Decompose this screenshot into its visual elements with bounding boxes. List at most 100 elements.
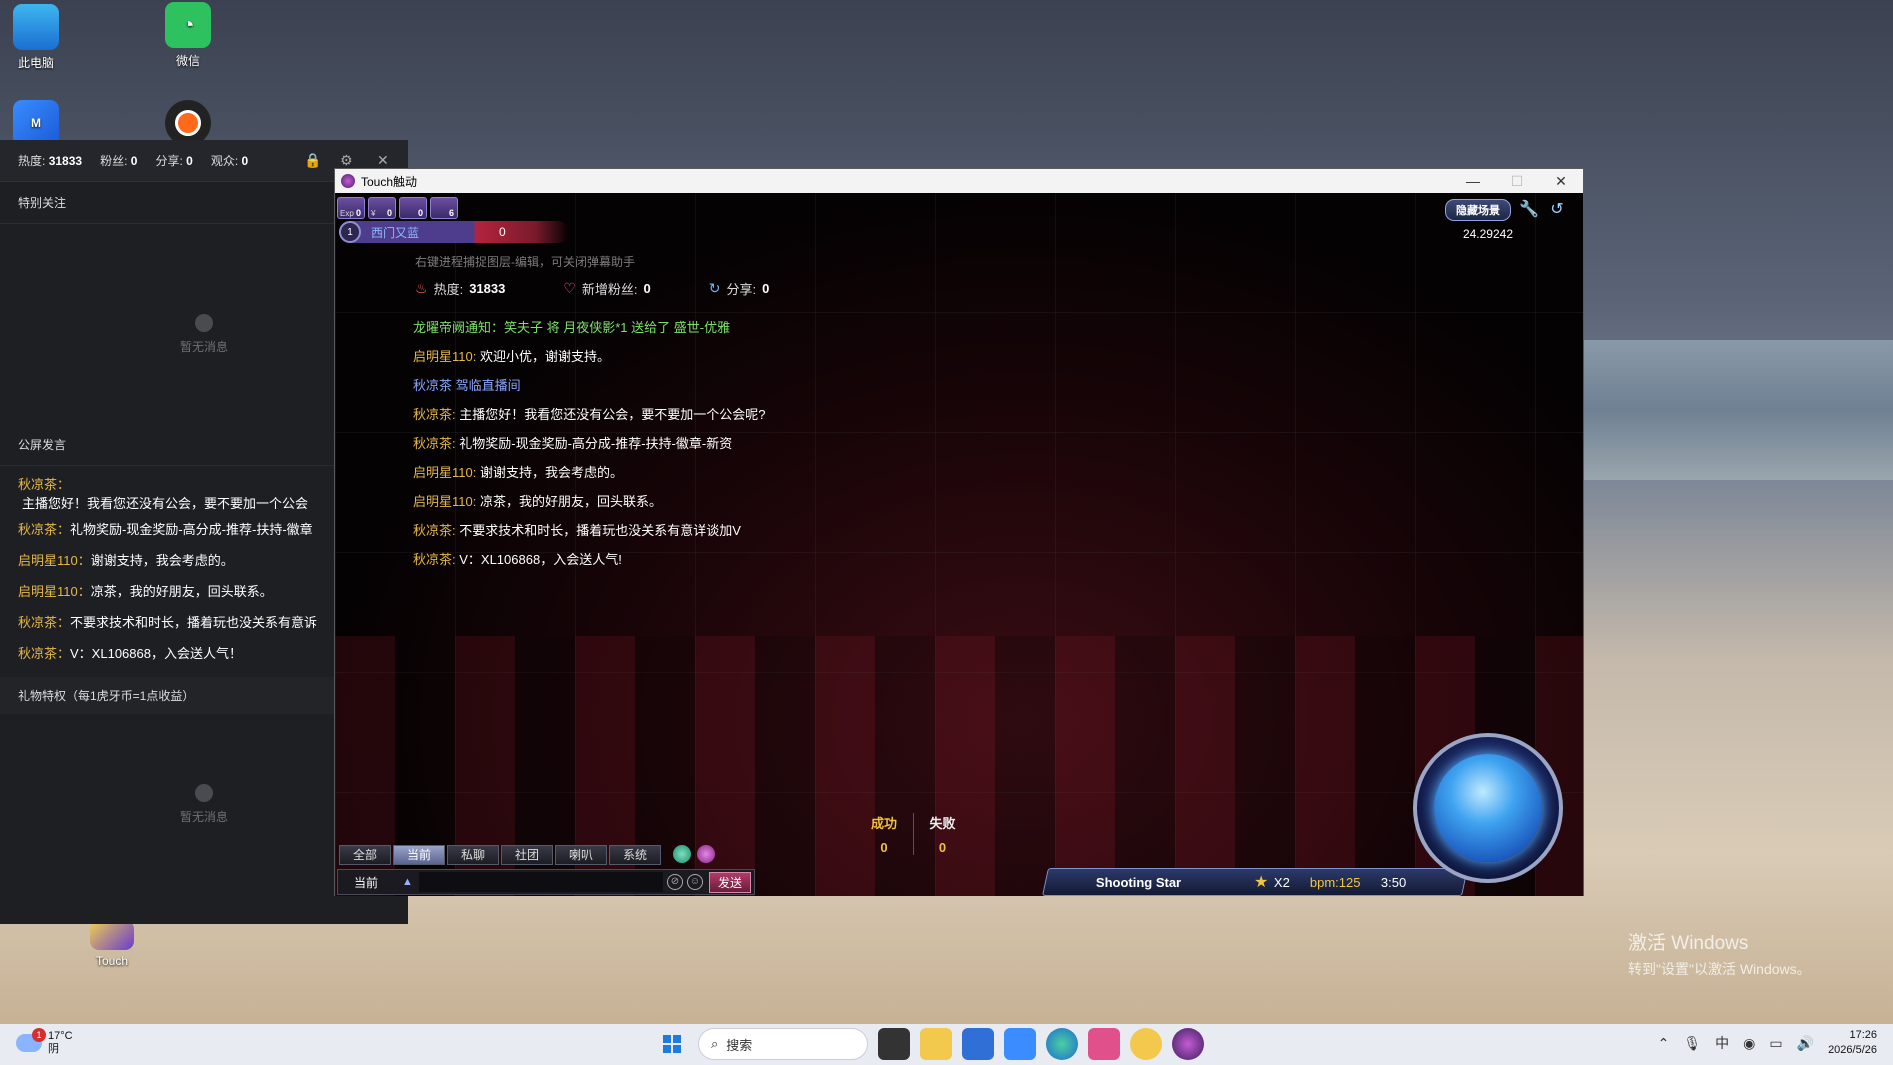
feed-row: 秋凉茶: 礼物奖励-现金奖励-高分成-推荐-扶持-徽章-新资 [413,436,733,451]
play-orb-button[interactable] [1413,733,1563,883]
empty-icon [195,314,213,332]
taskbar-apps: ⌕ 搜索 [656,1028,1204,1060]
song-title: Shooting Star [1096,874,1182,890]
star-icon: ★ [1254,874,1269,891]
window-title: Touch触动 [361,174,418,189]
feed-row: 秋凉茶: 主播您好！我看您还没有公会，要不要加一个公会呢? [413,407,766,422]
media-player-icon[interactable] [1130,1028,1162,1060]
clear-icon[interactable]: ⊘ [666,874,683,890]
feed-row: 龙曜帝阙通知：笑夫子 将 月夜侠影*1 送给了 盛世-优雅 [413,320,731,335]
desktop-icon-wechat[interactable]: ◔ 微信 [148,2,228,69]
edge-icon[interactable] [1046,1028,1078,1060]
weather-temp: 17°C [48,1030,73,1042]
send-button[interactable]: 发送 [708,871,751,893]
desktop-icon-this-pc[interactable]: 此电脑 [0,4,76,71]
feed-row: 启明星110: 欢迎小优，谢谢支持。 [413,349,610,364]
clock-time: 17:26 [1849,1029,1877,1041]
watermark-subtitle: 转到"设置"以激活 Windows。 [1628,961,1811,977]
monitor-icon [13,4,59,50]
chat-feed: 龙曜帝阙通知：笑夫子 将 月夜侠影*1 送给了 盛世-优雅 启明星110: 欢迎… [413,313,933,574]
chevron-up-icon[interactable]: ⌃ [1658,1035,1670,1052]
cloud-icon: 1 [16,1028,46,1052]
tab-all[interactable]: 全部 [339,845,391,865]
overlay-hint: 右键进程捕捉图层-编辑，可关闭弹幕助手 [415,255,635,269]
system-tray: ⌃ 🎙 中 ◉ ▭ 🔊 17:26 2026/5/26 [1658,1028,1877,1058]
desktop-icon-label: 此电脑 [17,56,54,70]
chat-tabs: 全部 当前 私聊 社团 喇叭 系统 [339,845,661,865]
hud-badges: Exp 0 ¥0 0 6 [337,197,458,219]
stat-viewers: 观众: 0 [210,154,249,168]
song-info-bar: Shooting Star ★ X2 bpm:125 3:50 [1042,868,1468,896]
heart-icon: ♡ [563,280,576,296]
search-icon: ⌕ [711,1036,719,1051]
wrench-icon[interactable]: 🔧 [1519,200,1539,220]
wallpaper-sea [1580,340,1893,480]
chat-input[interactable] [418,872,663,892]
close-icon[interactable]: ✕ [377,152,389,169]
feed-row: 启明星110: 凉茶，我的好朋友，回头联系。 [413,494,662,509]
success-count: 成功 0 [870,816,897,855]
clock-date: 2026/5/26 [1828,1044,1877,1056]
fail-count: 失败 0 [913,813,971,855]
minimize-icon[interactable]: — [1451,169,1495,193]
empty-icon [195,784,213,802]
antivirus-icon[interactable]: ◉ [1743,1035,1755,1052]
tab-club[interactable]: 社团 [501,845,553,865]
ime-icon[interactable]: 中 [1715,1033,1729,1053]
wechat-icon: ◔ [165,2,211,48]
chevron-up-icon[interactable]: ▲ [402,876,413,888]
flame-icon: ♨ [415,280,428,296]
tab-speaker[interactable]: 喇叭 [555,845,607,865]
network-icon[interactable]: ▭ [1769,1035,1782,1052]
feed-row: 秋凉茶: V：XL106868，入会送人气! [413,552,622,567]
share-icon: ↻ [708,280,721,296]
window-close-icon[interactable]: ✕ [1539,169,1583,193]
file-explorer-icon[interactable] [920,1028,952,1060]
tab-system[interactable]: 系统 [609,845,661,865]
settings-icon[interactable]: ⚙ [340,152,353,169]
desktop-icon-label: Touch [95,954,129,968]
overlay-stats: ♨ 热度: 31833 ♡ 新增粉丝: 0 ↻ 分享: 0 [415,279,769,298]
hud-timer: 24.29242 [1462,227,1513,241]
app-m-icon[interactable] [1004,1028,1036,1060]
touch-taskbar-icon[interactable] [1172,1028,1204,1060]
player-name: 西门又蓝 [371,225,420,240]
tab-current[interactable]: 当前 [393,845,445,865]
desktop-icon-touch[interactable]: Touch [72,920,152,968]
stat-share: 分享: 0 [155,154,193,168]
desktop-icon-label: 微信 [175,54,200,68]
gift-icon[interactable] [697,845,715,863]
channel-select[interactable]: 当前 [338,874,402,891]
overlay-stat-share: ↻ 分享: 0 [708,280,770,297]
emote-icon[interactable] [673,845,691,863]
window-titlebar: Touch触动 — ☐ ✕ [335,169,1583,193]
hide-scene-button[interactable]: 隐藏场景 [1445,199,1511,221]
game-viewport: Exp 0 ¥0 0 6 1 西门又蓝 0 隐藏场景 🔧 ↺ 24.29242 右… [335,193,1583,896]
microphone-icon[interactable]: 🎙 [1683,1035,1701,1052]
volume-icon[interactable]: 🔊 [1797,1035,1814,1052]
tab-private[interactable]: 私聊 [447,845,499,865]
taskbar-search[interactable]: ⌕ 搜索 [698,1028,868,1060]
activation-watermark: 激活 Windows 转到"设置"以激活 Windows。 [1628,928,1811,979]
stat-fans: 粉丝: 0 [100,154,138,168]
touch-window: Touch触动 — ☐ ✕ Exp 0 ¥0 0 6 1 西门又蓝 0 隐藏场景 … [334,168,1584,896]
live-app-icon[interactable] [1088,1028,1120,1060]
touch-logo-icon [341,174,355,188]
smiley-icon[interactable]: ☺ [686,874,703,890]
player-bar: 1 西门又蓝 0 [339,221,569,243]
back-icon[interactable]: ↺ [1547,200,1567,220]
player-score: 0 [499,225,506,239]
store-icon[interactable] [962,1028,994,1060]
song-duration: 3:50 [1380,874,1407,890]
clock[interactable]: 17:26 2026/5/26 [1828,1028,1877,1058]
maximize-icon[interactable]: ☐ [1495,169,1539,193]
lock-icon[interactable]: 🔒 [304,152,321,169]
start-button[interactable] [656,1028,688,1060]
weather-widget[interactable]: 1 17°C 阴 [16,1028,73,1056]
orb-core [1434,754,1542,862]
feed-row: 启明星110: 谢谢支持，我会考虑的。 [413,465,623,480]
exp-badge: Exp 0 [337,197,365,219]
task-view-icon[interactable] [878,1028,910,1060]
search-placeholder: 搜索 [726,1037,753,1053]
weather-desc: 阴 [48,1043,59,1055]
